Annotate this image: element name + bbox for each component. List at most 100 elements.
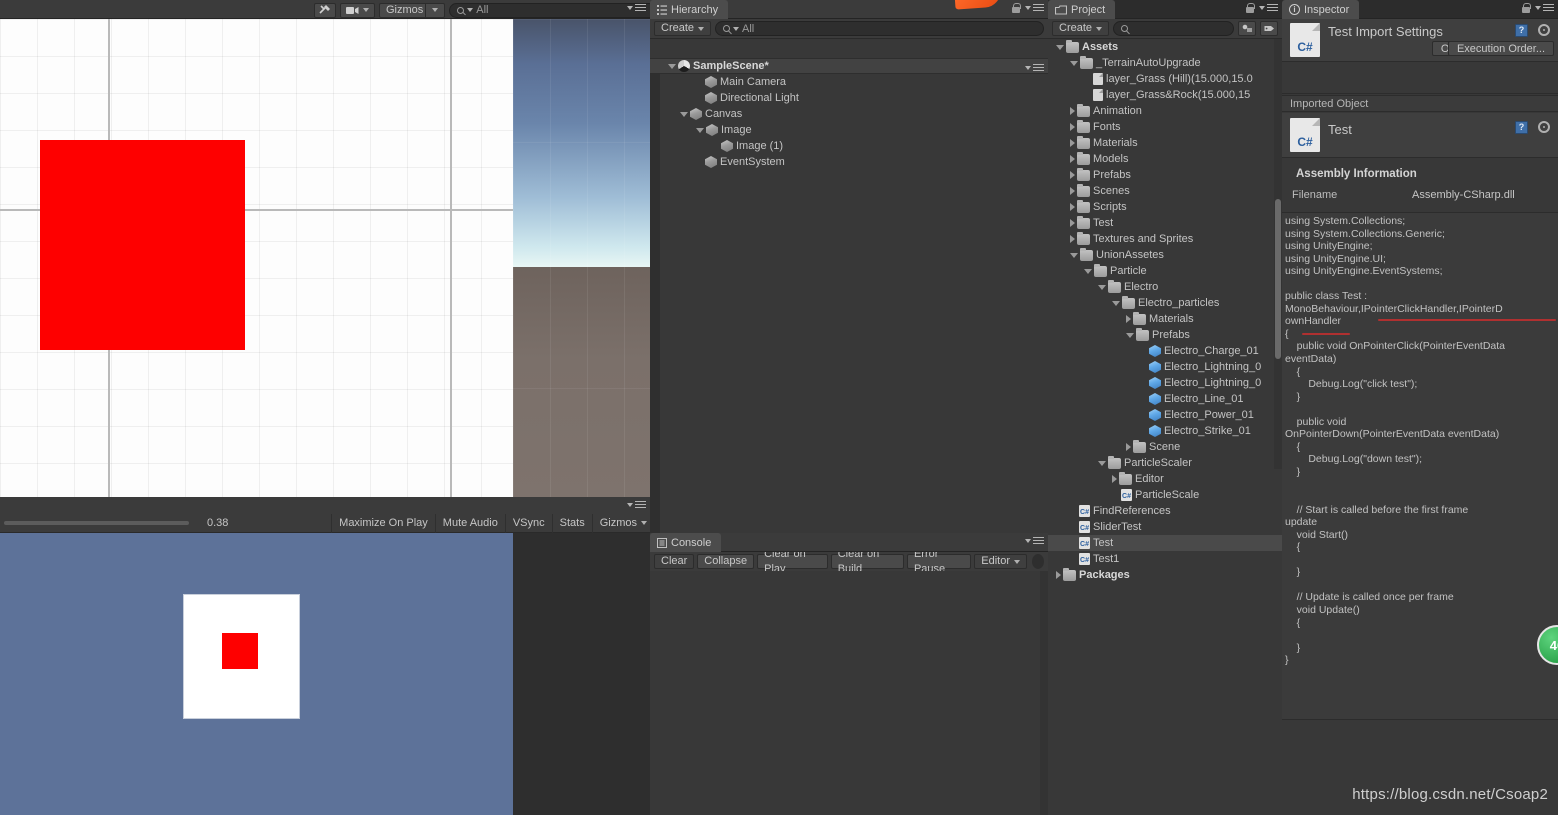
expand-arrow-closed[interactable] <box>1126 443 1131 451</box>
scene-red-image-object[interactable] <box>40 140 245 350</box>
project-item-row[interactable]: C# FindReferences <box>1048 503 1282 519</box>
gizmos-button[interactable]: Gizmos <box>379 2 446 18</box>
expand-arrow-closed[interactable] <box>1056 571 1061 579</box>
expand-arrow-closed[interactable] <box>1070 203 1075 211</box>
hierarchy-item-row[interactable]: Directional Light <box>650 90 1048 106</box>
expand-arrow-closed[interactable] <box>1070 139 1075 147</box>
expand-arrow-open[interactable] <box>1098 284 1106 290</box>
hierarchy-create-button[interactable]: Create <box>654 21 712 36</box>
scene-view-viewport[interactable] <box>0 19 650 497</box>
project-tree[interactable]: Assets _TerrainAutoUpgrade layer_Grass (Hi… <box>1048 39 1282 815</box>
project-item-row[interactable]: C# SliderTest <box>1048 519 1282 535</box>
project-item-row[interactable]: Materials <box>1048 135 1282 151</box>
project-item-row[interactable]: UnionAssetes <box>1048 247 1282 263</box>
expand-arrow-open[interactable] <box>1126 332 1134 338</box>
project-item-row[interactable]: Electro_Lightning_0 <box>1048 359 1282 375</box>
project-item-row[interactable]: Test <box>1048 215 1282 231</box>
hierarchy-item-row[interactable]: Image <box>650 122 1048 138</box>
hierarchy-item-row[interactable]: EventSystem <box>650 154 1048 170</box>
expand-arrow-open[interactable] <box>1056 44 1064 50</box>
scene-view-options-icon[interactable] <box>627 2 646 13</box>
project-item-row[interactable]: Scripts <box>1048 199 1282 215</box>
project-item-row[interactable]: ParticleScaler <box>1048 455 1282 471</box>
camera-toggle-button[interactable] <box>340 2 375 18</box>
scene-expand-arrow[interactable] <box>668 63 676 69</box>
help-icon[interactable]: ? <box>1515 24 1528 37</box>
game-gizmos-caret[interactable] <box>641 521 647 525</box>
expand-arrow-closed[interactable] <box>1112 475 1117 483</box>
project-item-row[interactable]: Assets <box>1048 39 1282 55</box>
project-item-row[interactable]: C# Test1 <box>1048 551 1282 567</box>
expand-arrow-closed[interactable] <box>1070 107 1075 115</box>
inspector-options-icon[interactable] <box>1535 2 1554 13</box>
project-scrollbar[interactable] <box>1274 39 1282 469</box>
project-item-row[interactable]: Packages <box>1048 567 1282 583</box>
project-item-row[interactable]: Particle <box>1048 263 1282 279</box>
gear-icon[interactable] <box>1538 24 1550 36</box>
project-item-row[interactable]: layer_Grass (Hill)(15.000,15.0 <box>1048 71 1282 87</box>
project-item-row[interactable]: Animation <box>1048 103 1282 119</box>
filter-by-label-icon[interactable] <box>1260 21 1278 36</box>
project-item-row[interactable]: Fonts <box>1048 119 1282 135</box>
camera-dropdown-caret[interactable] <box>363 8 369 12</box>
project-item-row[interactable]: Prefabs <box>1048 167 1282 183</box>
tab-project[interactable]: Project <box>1048 0 1116 19</box>
project-item-row[interactable]: Electro_Line_01 <box>1048 391 1282 407</box>
hierarchy-item-row[interactable]: Main Camera <box>650 74 1048 90</box>
project-item-row[interactable]: Scenes <box>1048 183 1282 199</box>
gear-icon[interactable] <box>1538 121 1550 133</box>
project-item-row[interactable]: Electro_particles <box>1048 295 1282 311</box>
project-item-row[interactable]: Editor <box>1048 471 1282 487</box>
project-item-row[interactable]: Electro_Lightning_0 <box>1048 375 1282 391</box>
game-view-viewport[interactable] <box>0 533 513 815</box>
expand-arrow-open[interactable] <box>1070 60 1078 66</box>
create-dropdown-caret[interactable] <box>698 26 705 31</box>
hierarchy-options-icon[interactable] <box>1025 2 1044 13</box>
lock-icon[interactable] <box>1012 2 1021 13</box>
console-scrollbar[interactable] <box>1040 571 1048 815</box>
expand-arrow-closed[interactable] <box>1070 219 1075 227</box>
expand-arrow-open[interactable] <box>680 111 688 117</box>
expand-arrow-open[interactable] <box>1098 460 1106 466</box>
project-scrollbar-thumb[interactable] <box>1275 199 1281 359</box>
expand-arrow-closed[interactable] <box>1070 123 1075 131</box>
project-search-input[interactable] <box>1113 21 1234 36</box>
expand-arrow-closed[interactable] <box>1070 187 1075 195</box>
console-clear-on-build-button[interactable]: Clear on Build <box>830 548 904 575</box>
project-item-row[interactable]: _TerrainAutoUpgrade <box>1048 55 1282 71</box>
tab-hierarchy[interactable]: Hierarchy <box>650 0 729 19</box>
expand-arrow-closed[interactable] <box>1070 235 1075 243</box>
mute-audio-button[interactable]: Mute Audio <box>434 513 505 533</box>
console-error-pause-button[interactable]: Error Pause <box>906 548 972 575</box>
game-scale-slider[interactable] <box>4 521 189 525</box>
project-item-row[interactable]: Electro_Charge_01 <box>1048 343 1282 359</box>
editor-dropdown-caret[interactable] <box>1014 559 1020 564</box>
project-item-row[interactable]: C# Test <box>1048 535 1282 551</box>
expand-arrow-closed[interactable] <box>1070 155 1075 163</box>
help-icon[interactable]: ? <box>1515 121 1528 134</box>
filter-by-type-icon[interactable] <box>1238 21 1256 36</box>
maximize-on-play-button[interactable]: Maximize On Play <box>331 513 435 533</box>
expand-arrow-open[interactable] <box>1084 268 1092 274</box>
expand-arrow-open[interactable] <box>1070 252 1078 258</box>
project-item-row[interactable]: Materials <box>1048 311 1282 327</box>
hierarchy-search-input[interactable]: All <box>715 21 1044 36</box>
console-options-icon[interactable] <box>1025 535 1044 546</box>
game-view-options-icon[interactable] <box>627 499 646 510</box>
game-gizmos-button[interactable]: Gizmos <box>591 513 650 533</box>
console-clear-on-play-button[interactable]: Clear on Play <box>757 548 828 575</box>
project-item-row[interactable]: Models <box>1048 151 1282 167</box>
project-options-icon[interactable] <box>1259 2 1278 13</box>
console-collapse-button[interactable]: Collapse <box>697 554 755 569</box>
expand-arrow-closed[interactable] <box>1070 171 1075 179</box>
expand-arrow-open[interactable] <box>1112 300 1120 306</box>
hierarchy-item-row[interactable]: Image (1) <box>650 138 1048 154</box>
lock-icon[interactable] <box>1246 2 1255 13</box>
console-message-list[interactable] <box>650 571 1048 815</box>
project-item-row[interactable]: C# ParticleScale <box>1048 487 1282 503</box>
project-item-row[interactable]: Electro_Power_01 <box>1048 407 1282 423</box>
scene-context-menu-icon[interactable] <box>1025 62 1044 73</box>
expand-arrow-open[interactable] <box>696 127 704 133</box>
hierarchy-item-row[interactable]: Canvas <box>650 106 1048 122</box>
hierarchy-tree[interactable]: SampleScene* Main Camera Directional Ligh… <box>650 58 1048 533</box>
